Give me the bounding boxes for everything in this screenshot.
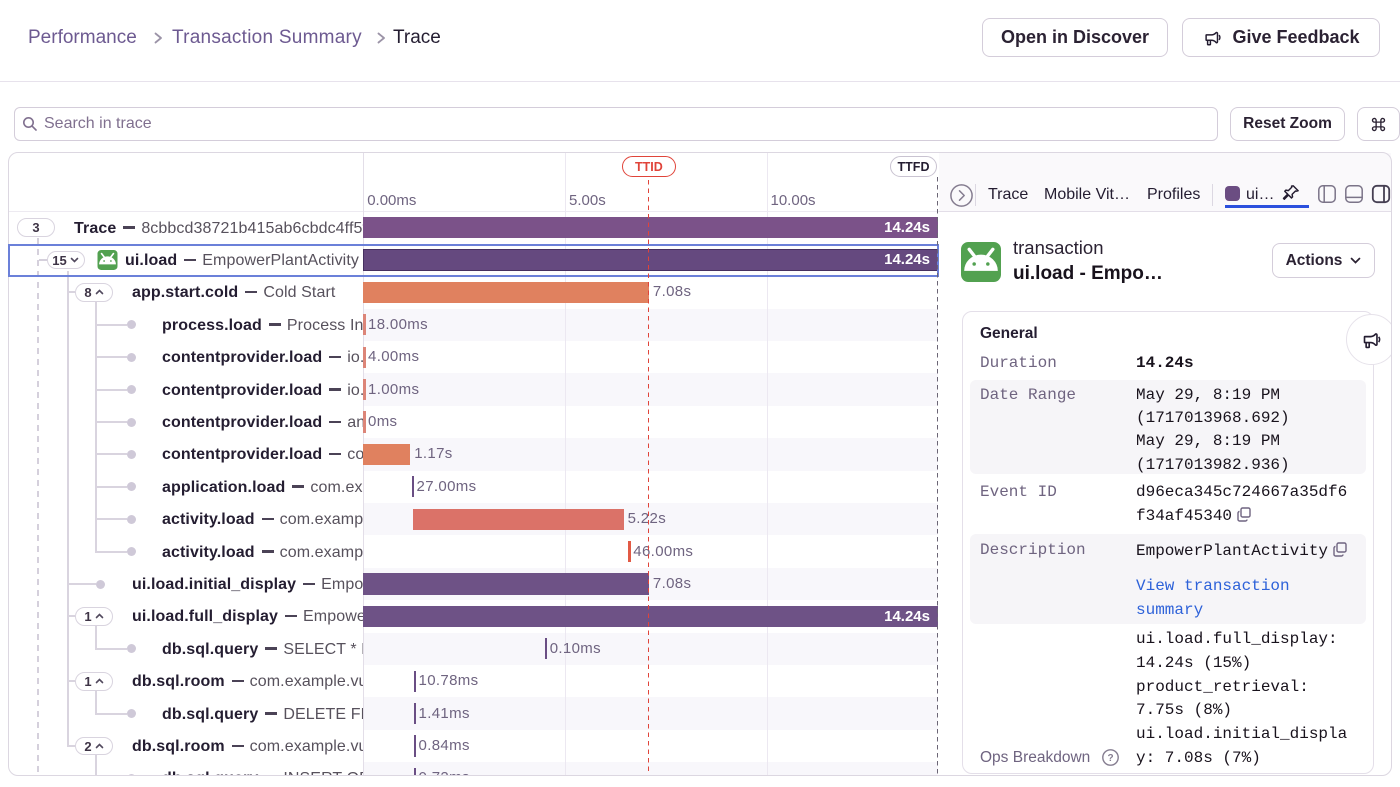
svg-text:?: ? xyxy=(1107,753,1113,764)
